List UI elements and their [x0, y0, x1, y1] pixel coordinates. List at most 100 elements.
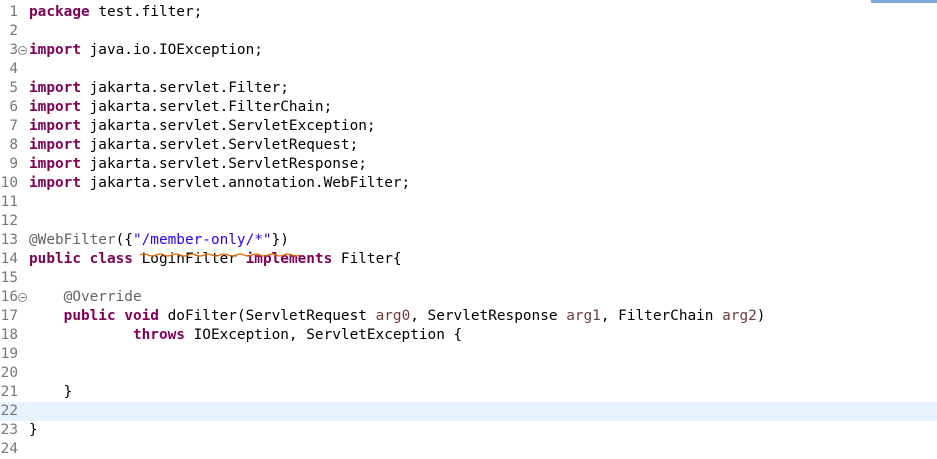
fold-collapse-icon[interactable] — [18, 293, 27, 302]
code-token-plain: jakarta.servlet.annotation.WebFilter; — [80, 175, 411, 191]
line-gutter: 17 — [0, 307, 28, 326]
line-gutter: 24 — [0, 440, 28, 459]
code-line[interactable]: 21 } — [0, 383, 937, 402]
code-text: package test.filter; — [29, 3, 202, 22]
code-line[interactable]: 6 import jakarta.servlet.FilterChain; — [0, 98, 937, 117]
line-gutter: 7 — [0, 117, 28, 136]
code-editor[interactable]: 1 package test.filter; 2 3 import java.io.IO… — [0, 0, 937, 457]
code-token-kw: void — [124, 308, 159, 324]
code-text: } — [29, 421, 38, 440]
code-token-plain: , FilterChain — [600, 308, 723, 324]
code-line[interactable]: 12 — [0, 212, 937, 231]
line-gutter: 14 — [0, 250, 28, 269]
line-number: 11 — [0, 194, 18, 210]
line-number: 23 — [0, 422, 18, 438]
code-token-plain: jakarta.servlet.ServletResponse; — [80, 156, 367, 172]
code-text: import jakarta.servlet.ServletResponse; — [29, 155, 367, 174]
line-gutter: 23 — [0, 421, 28, 440]
code-text: import jakarta.servlet.annotation.WebFil… — [29, 174, 410, 193]
line-number: 21 — [0, 384, 18, 400]
fold-collapse-icon[interactable] — [18, 46, 27, 55]
code-line[interactable]: 19 — [0, 345, 937, 364]
line-number: 2 — [9, 23, 18, 39]
code-token-kw: public — [63, 308, 116, 324]
line-number: 10 — [0, 175, 18, 191]
code-line[interactable]: 17 public void doFilter(ServletRequest a… — [0, 307, 937, 326]
code-text: } — [29, 383, 73, 402]
code-token-plain: , ServletResponse — [410, 308, 567, 324]
line-gutter: 12 — [0, 212, 28, 231]
line-gutter: 2 — [0, 22, 28, 41]
line-number: 3 — [9, 42, 18, 58]
line-gutter: 21 — [0, 383, 28, 402]
line-number: 22 — [0, 403, 18, 419]
code-token-kw: public — [29, 251, 81, 267]
code-line[interactable]: 7 import jakarta.servlet.ServletException… — [0, 117, 937, 136]
line-number: 5 — [9, 80, 18, 96]
line-gutter: 19 — [0, 345, 28, 364]
line-number: 15 — [0, 270, 18, 286]
current-line[interactable]: 22 — [0, 402, 937, 421]
code-line[interactable]: 20 — [0, 364, 937, 383]
line-number: 24 — [0, 441, 18, 457]
code-token-kw: import — [29, 42, 81, 58]
line-gutter: 11 — [0, 193, 28, 212]
code-line[interactable]: 4 — [0, 60, 937, 79]
code-token-ann: @WebFilter — [29, 232, 116, 248]
code-token-plain: ) — [756, 308, 766, 324]
line-number: 7 — [9, 118, 18, 134]
code-text: import jakarta.servlet.Filter; — [29, 79, 289, 98]
line-gutter: 22 — [0, 402, 28, 421]
line-gutter: 9 — [0, 155, 28, 174]
line-number: 16 — [0, 289, 18, 305]
code-line[interactable]: 23} — [0, 421, 937, 440]
line-gutter: 18 — [0, 326, 28, 345]
line-gutter: 10 — [0, 174, 28, 193]
line-number: 12 — [0, 213, 18, 229]
line-gutter: 4 — [0, 60, 28, 79]
line-gutter: 16 — [0, 288, 28, 307]
code-text: throws IOException, ServletException { — [29, 326, 462, 345]
line-gutter: 5 — [0, 79, 28, 98]
code-token-plain: } — [29, 384, 73, 400]
code-token-kw: import — [29, 99, 81, 115]
warning-squiggle — [140, 253, 301, 257]
line-gutter: 1 — [0, 3, 28, 22]
line-gutter: 15 — [0, 269, 28, 288]
code-token-plain: ({ — [115, 232, 133, 248]
line-number: 18 — [0, 327, 18, 343]
code-line[interactable]: 15 — [0, 269, 937, 288]
line-number: 17 — [0, 308, 18, 324]
line-number: 9 — [9, 156, 18, 172]
code-text: import jakarta.servlet.FilterChain; — [29, 98, 332, 117]
code-line[interactable]: 16 @Override — [0, 288, 937, 307]
code-line[interactable]: 24 — [0, 440, 937, 459]
line-gutter: 13 — [0, 231, 28, 250]
code-line[interactable]: 3 import java.io.IOException; — [0, 41, 937, 60]
code-token-plain: java.io.IOException; — [80, 42, 263, 58]
line-number: 4 — [9, 61, 18, 77]
code-token-kw: import — [29, 156, 81, 172]
code-token-plain: jakarta.servlet.ServletException; — [80, 118, 376, 134]
code-line[interactable]: 8 import jakarta.servlet.ServletRequest; — [0, 136, 937, 155]
code-token-plain: jakarta.servlet.ServletRequest; — [80, 137, 359, 153]
code-line[interactable]: 18 throws IOException, ServletException … — [0, 326, 937, 345]
code-line[interactable]: 13 @WebFilter({"/member-only/*"}) — [0, 231, 937, 250]
line-gutter: 20 — [0, 364, 28, 383]
code-token-kw: import — [29, 175, 81, 191]
code-token-ann: @Override — [63, 289, 142, 305]
code-token-kw: import — [29, 118, 81, 134]
code-token-plain: doFilter(ServletRequest — [158, 308, 376, 324]
code-line[interactable]: 10 import jakarta.servlet.annotation.WebF… — [0, 174, 937, 193]
code-line[interactable]: 2 — [0, 22, 937, 41]
code-text: import jakarta.servlet.ServletRequest; — [29, 136, 358, 155]
code-line[interactable]: 11 — [0, 193, 937, 212]
code-token-kw: package — [29, 4, 90, 20]
code-line[interactable]: 5 import jakarta.servlet.Filter; — [0, 79, 937, 98]
code-line[interactable]: 9 import jakarta.servlet.ServletResponse; — [0, 155, 937, 174]
code-line[interactable]: 1 package test.filter; — [0, 3, 937, 22]
